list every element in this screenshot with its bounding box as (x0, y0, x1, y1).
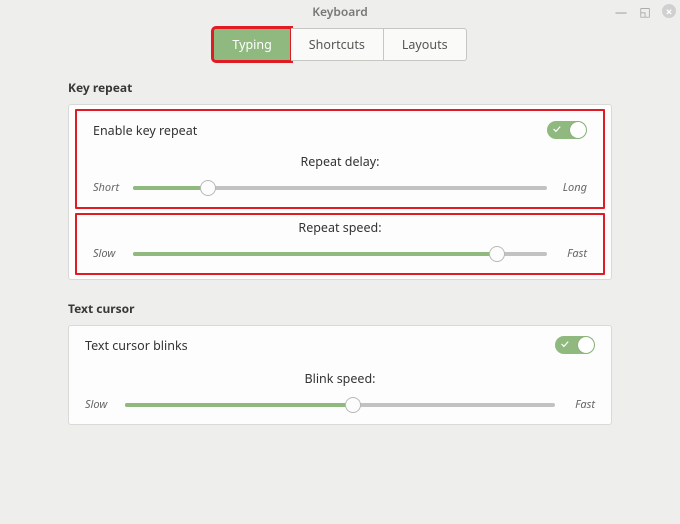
repeat-speed-max-label: Fast (555, 246, 587, 261)
window-title: Keyboard (312, 3, 368, 20)
maximize-icon[interactable]: ◱ (638, 4, 652, 18)
slider-thumb[interactable] (345, 397, 361, 413)
repeat-speed-title: Repeat speed: (93, 219, 587, 236)
text-cursor-blinks-toggle[interactable]: ✓ (555, 336, 595, 354)
check-icon: ✓ (561, 337, 569, 352)
tab-layouts[interactable]: Layouts (384, 28, 467, 61)
section-heading-key-repeat: Key repeat (68, 79, 612, 96)
tab-bar: TypingShortcutsLayouts (0, 22, 680, 71)
repeat-speed-min-label: Slow (93, 246, 125, 261)
repeat-speed-block: Repeat speed: Slow Fast (77, 215, 603, 273)
repeat-delay-max-label: Long (555, 180, 587, 195)
highlight-enable-and-delay: Enable key repeat ✓ Repeat delay: Short … (75, 109, 605, 209)
tab-typing[interactable]: Typing (213, 28, 290, 61)
title-bar: Keyboard — ◱ × (0, 0, 680, 22)
toggle-knob (578, 337, 594, 353)
repeat-delay-block: Repeat delay: Short Long (77, 149, 603, 207)
toggle-knob (570, 122, 586, 138)
minimize-icon[interactable]: — (614, 4, 628, 18)
section-heading-text-cursor: Text cursor (68, 300, 612, 317)
enable-key-repeat-label: Enable key repeat (93, 122, 197, 139)
blink-speed-max-label: Fast (563, 397, 595, 412)
text-cursor-blinks-label: Text cursor blinks (85, 337, 188, 354)
window-controls: — ◱ × (614, 0, 676, 22)
slider-thumb[interactable] (200, 180, 216, 196)
close-icon[interactable]: × (662, 4, 676, 18)
enable-key-repeat-row: Enable key repeat ✓ (77, 111, 603, 149)
blink-speed-min-label: Slow (85, 397, 117, 412)
repeat-delay-min-label: Short (93, 180, 125, 195)
repeat-speed-slider[interactable] (133, 252, 547, 256)
repeat-delay-title: Repeat delay: (93, 153, 587, 170)
text-cursor-blinks-row: Text cursor blinks ✓ (69, 326, 611, 364)
blink-speed-title: Blink speed: (85, 370, 595, 387)
blink-speed-block: Blink speed: Slow Fast (69, 364, 611, 424)
slider-thumb[interactable] (489, 246, 505, 262)
blink-speed-slider[interactable] (125, 403, 555, 407)
repeat-delay-slider[interactable] (133, 186, 547, 190)
enable-key-repeat-toggle[interactable]: ✓ (547, 121, 587, 139)
tab-shortcuts[interactable]: Shortcuts (291, 28, 384, 61)
check-icon: ✓ (553, 122, 561, 137)
key-repeat-panel: Enable key repeat ✓ Repeat delay: Short … (68, 104, 612, 280)
highlight-repeat-speed: Repeat speed: Slow Fast (75, 213, 605, 275)
text-cursor-panel: Text cursor blinks ✓ Blink speed: Slow F… (68, 325, 612, 425)
